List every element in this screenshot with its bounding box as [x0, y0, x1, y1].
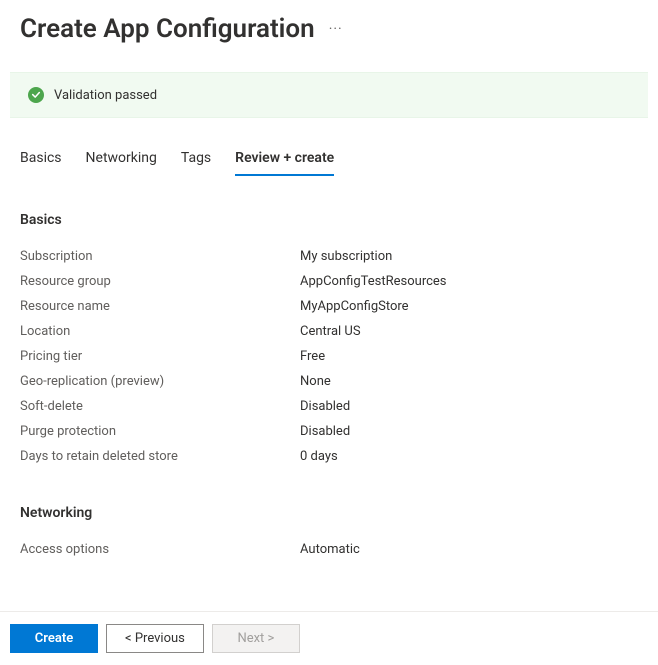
label-resource-name: Resource name	[20, 299, 300, 314]
value-resource-name: MyAppConfigStore	[300, 299, 409, 314]
tab-review-create[interactable]: Review + create	[235, 150, 334, 176]
value-resource-group: AppConfigTestResources	[300, 274, 447, 289]
row-geo-replication: Geo-replication (preview) None	[20, 369, 638, 394]
section-title-networking: Networking	[20, 505, 638, 521]
row-resource-group: Resource group AppConfigTestResources	[20, 269, 638, 294]
next-button: Next >	[212, 624, 300, 653]
more-actions-icon[interactable]: ···	[329, 21, 343, 37]
row-resource-name: Resource name MyAppConfigStore	[20, 294, 638, 319]
label-soft-delete: Soft-delete	[20, 399, 300, 414]
row-soft-delete: Soft-delete Disabled	[20, 394, 638, 419]
value-subscription: My subscription	[300, 249, 392, 264]
value-geo-replication: None	[300, 374, 331, 389]
label-resource-group: Resource group	[20, 274, 300, 289]
value-pricing-tier: Free	[300, 349, 325, 364]
page-title: Create App Configuration	[20, 14, 315, 44]
row-subscription: Subscription My subscription	[20, 244, 638, 269]
row-retain-days: Days to retain deleted store 0 days	[20, 444, 638, 469]
row-purge-protection: Purge protection Disabled	[20, 419, 638, 444]
label-purge-protection: Purge protection	[20, 424, 300, 439]
label-subscription: Subscription	[20, 249, 300, 264]
value-retain-days: 0 days	[300, 449, 338, 464]
footer: Create < Previous Next >	[0, 611, 658, 665]
row-access-options: Access options Automatic	[20, 537, 638, 562]
value-soft-delete: Disabled	[300, 399, 350, 414]
row-pricing-tier: Pricing tier Free	[20, 344, 638, 369]
value-purge-protection: Disabled	[300, 424, 350, 439]
value-access-options: Automatic	[300, 542, 360, 557]
validation-message: Validation passed	[54, 88, 157, 103]
tab-basics[interactable]: Basics	[20, 150, 62, 176]
section-title-basics: Basics	[20, 212, 638, 228]
label-location: Location	[20, 324, 300, 339]
page-header: Create App Configuration ···	[0, 0, 658, 54]
previous-button[interactable]: < Previous	[106, 624, 204, 653]
create-button[interactable]: Create	[10, 624, 98, 653]
tabs: Basics Networking Tags Review + create	[0, 118, 658, 176]
label-pricing-tier: Pricing tier	[20, 349, 300, 364]
tab-tags[interactable]: Tags	[181, 150, 211, 176]
check-circle-icon	[28, 87, 44, 103]
tab-networking[interactable]: Networking	[86, 150, 157, 176]
value-location: Central US	[300, 324, 361, 339]
label-retain-days: Days to retain deleted store	[20, 449, 300, 464]
validation-banner: Validation passed	[10, 72, 648, 118]
label-geo-replication: Geo-replication (preview)	[20, 374, 300, 389]
content: Basics Subscription My subscription Reso…	[0, 212, 658, 642]
label-access-options: Access options	[20, 542, 300, 557]
row-location: Location Central US	[20, 319, 638, 344]
